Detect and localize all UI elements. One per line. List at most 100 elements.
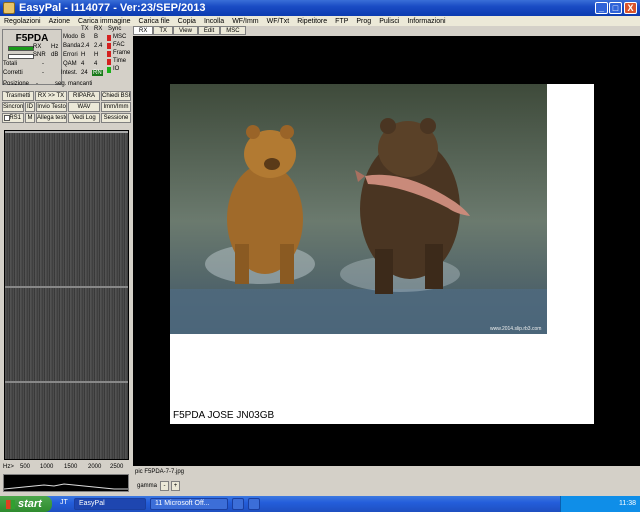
frame-label: Frame (113, 50, 131, 56)
menu-wf-imm[interactable]: WF/Imm (228, 18, 262, 25)
menu-ripetitore[interactable]: Ripetitore (293, 18, 331, 25)
maximize-button[interactable]: □ (609, 2, 622, 14)
system-tray: 11:38 (560, 496, 640, 512)
tx-header: TX (81, 26, 89, 32)
intest-label: Intest. (61, 70, 78, 76)
totali-value: - (42, 61, 44, 67)
rx-modo: B (94, 34, 99, 40)
tx-qam: 4 (81, 61, 85, 67)
menu-pulisci[interactable]: Pulisci (375, 18, 403, 25)
errori-label: Errori (63, 52, 78, 58)
view-tabs: RX TX View Edit MSC (133, 26, 640, 36)
tab-msc[interactable]: MSC (220, 26, 246, 35)
waterfall-display[interactable] (4, 130, 129, 460)
file-bar: pic F5PDA-7-7.jpg (133, 466, 640, 480)
tab-rx[interactable]: RX (133, 26, 154, 35)
wav-button[interactable]: WAV (68, 102, 100, 112)
chiedi-bsr-button[interactable]: Chiedi BSR (101, 91, 131, 101)
tx-errori: H (81, 52, 86, 58)
rx-level-bar (8, 46, 34, 51)
file-name: pic F5PDA-7-7.jpg (135, 469, 185, 475)
gamma-increase-button[interactable]: + (171, 481, 180, 491)
tick-label: 2000 (88, 464, 102, 470)
trasmetti-button[interactable]: Trasmetti (2, 91, 34, 101)
rx-label: RX (33, 44, 42, 50)
gamma-decrease-button[interactable]: - (160, 481, 169, 491)
ripara-button[interactable]: RIPARA (68, 91, 100, 101)
corretti-value: - (42, 70, 44, 76)
id-button[interactable]: ID (25, 102, 35, 112)
tab-edit[interactable]: Edit (197, 26, 221, 35)
task-button[interactable] (232, 498, 244, 510)
tick-label: 1500 (64, 464, 78, 470)
bears-photo-illustration: www.2014.slip.rb3.com (170, 84, 547, 334)
rx-qam: 4 (94, 61, 98, 67)
callsign-box: F5PDA RX Hz SNR dB (2, 29, 62, 85)
fac-indicator (107, 43, 111, 49)
task-easypal[interactable]: EasyPal (74, 498, 146, 510)
title-bar: EasyPal - I114077 - Ver:23/SEP/2013 _ □ … (0, 0, 640, 16)
rx-errori: H (94, 52, 99, 58)
minimize-button[interactable]: _ (595, 2, 608, 14)
m-button[interactable]: M (25, 113, 35, 123)
menu-informazioni[interactable]: Informazioni (403, 18, 449, 25)
msc-indicator (107, 35, 111, 41)
start-button[interactable]: start (0, 496, 52, 512)
menu-regolazioni[interactable]: Regolazioni (0, 18, 45, 25)
fac-label: FAC (113, 42, 125, 48)
tab-view[interactable]: View (173, 26, 198, 35)
menu-copia[interactable]: Copia (174, 18, 200, 25)
corretti-label: Corretti (3, 70, 23, 76)
snr-unit: dB (51, 52, 59, 58)
totali-label: Totali (3, 61, 18, 67)
posizione-value: - (36, 81, 38, 87)
rx-unit: Hz (51, 44, 59, 50)
rx-tx-button[interactable]: RX >> TX (35, 91, 67, 101)
task-microsoft-office[interactable]: 11 Microsoft Off... (150, 498, 228, 510)
window-title: EasyPal - I114077 - Ver:23/SEP/2013 (19, 2, 206, 14)
allega-testo-button[interactable]: Allega testo (36, 113, 67, 123)
imm-imm-button[interactable]: Imm/Imm (101, 102, 131, 112)
snr-level-bar (8, 54, 34, 59)
menu-carica-immagine[interactable]: Carica immagine (74, 18, 135, 25)
close-button[interactable]: X (624, 2, 637, 14)
start-label: start (18, 498, 42, 510)
tab-tx[interactable]: TX (153, 26, 174, 35)
qam-label: QAM (63, 61, 77, 67)
tick-label: 2500 (110, 464, 124, 470)
io-label: IO (113, 66, 120, 72)
axis-unit-label: Hz> (3, 464, 14, 470)
clock[interactable]: 11:38 (619, 500, 636, 507)
msc-label: MSC (113, 34, 127, 40)
menu-azione[interactable]: Azione (45, 18, 74, 25)
spectrum-trace (3, 483, 128, 490)
menu-prog[interactable]: Prog (352, 18, 375, 25)
vedi-log-button[interactable]: Vedi Log (68, 113, 100, 123)
modo-label: Modo (63, 34, 79, 40)
rx-intest: RN (92, 70, 103, 76)
gamma-label: gamma (137, 483, 158, 489)
sync-header: Sync (108, 26, 122, 32)
menu-wf-txt[interactable]: WF/Txt (263, 18, 294, 25)
photo-watermark: www.2014.slip.rb3.com (490, 326, 541, 332)
time-label: Time (113, 58, 127, 64)
spectrum-display (3, 474, 129, 492)
rx-banda: 2.4 (94, 43, 103, 49)
tx-modo: B (81, 34, 86, 40)
menu-carica-file[interactable]: Carica file (135, 18, 174, 25)
tick-label: 1000 (40, 464, 54, 470)
invio-testo-button[interactable]: Invio Testo (36, 102, 67, 112)
menu-bar: Regolazioni Azione Carica immagine Caric… (0, 16, 640, 26)
task-button[interactable] (248, 498, 260, 510)
waterfall-axis: Hz> 500 1000 1500 2000 2500 (2, 460, 133, 472)
quick-launch-icon[interactable]: JT (60, 499, 68, 506)
image-caption: F5PDA JOSE JN03GB (173, 410, 275, 421)
menu-incolla[interactable]: Incolla (200, 18, 228, 25)
menu-ftp[interactable]: FTP (331, 18, 352, 25)
rx-header: RX (94, 26, 103, 32)
frame-indicator (107, 51, 111, 57)
snr-label: SNR (33, 52, 46, 58)
sessione-button[interactable]: Sessione (101, 113, 131, 123)
callsign: F5PDA (15, 33, 49, 44)
sincronizza-button[interactable]: Sincronizza (2, 102, 24, 112)
